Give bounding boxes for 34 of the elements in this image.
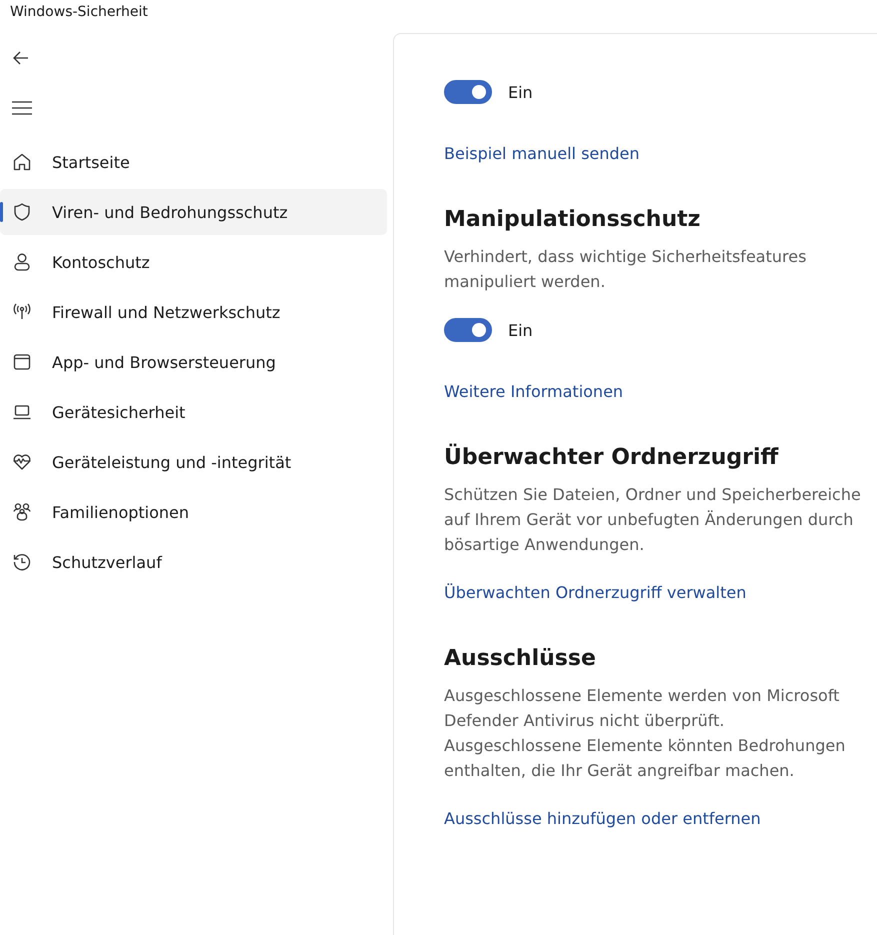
antenna-icon (12, 302, 32, 322)
sidebar-item[interactable]: Gerätesicherheit (0, 389, 387, 435)
history-icon (12, 552, 32, 572)
section-description: Ausgeschlossene Elemente werden von Microsoft Defender Antivirus nicht überprüft. Ausgeschlossene Elemente könnten Bedrohungen enthalten, die Ihr Gerät angreifbar machen. (444, 685, 846, 782)
sidebar-item[interactable]: Schutzverlauf (0, 539, 387, 585)
person-icon (12, 252, 32, 272)
family-icon (12, 502, 32, 522)
sidebar-item[interactable]: App- und Browsersteuerung (0, 339, 387, 385)
section-link[interactable]: Überwachten Ordnerzugriff verwalten (444, 583, 746, 602)
toggle-label: Ein (508, 320, 533, 340)
window-title: Windows-Sicherheit (10, 4, 148, 20)
section-title: Manipulationsschutz (444, 207, 700, 232)
home-icon (12, 152, 32, 172)
shield-icon (12, 202, 32, 222)
sidebar-item[interactable]: Startseite (0, 139, 387, 185)
toggle-switch[interactable] (444, 318, 492, 342)
sidebar-item[interactable]: Kontoschutz (0, 239, 387, 285)
heart-icon (12, 452, 32, 472)
sidebar-item[interactable]: Firewall und Netzwerkschutz (0, 289, 387, 335)
menu-icon (12, 100, 32, 116)
toggle-label: Ein (508, 82, 533, 102)
section-link[interactable]: Beispiel manuell senden (444, 144, 640, 163)
sidebar-item[interactable]: Geräteleistung und -integrität (0, 439, 387, 485)
section-link[interactable]: Weitere Informationen (444, 382, 624, 401)
section-link[interactable]: Ausschlüsse hinzufügen oder entfernen (444, 809, 761, 828)
section-description: Verhindert, dass wichtige Sicherheitsfeatures manipuliert werden. (444, 246, 808, 293)
back-arrow-icon (12, 49, 30, 67)
section-title: Ausschlüsse (444, 646, 596, 671)
toggle-switch[interactable] (444, 80, 492, 104)
window-icon (12, 352, 32, 372)
section-description: Schützen Sie Dateien, Ordner und Speicherbereiche auf Ihrem Gerät vor unbefugten Änderungen durch bösartige Anwendungen. (444, 484, 862, 556)
sidebar-item[interactable]: Viren- und Bedrohungsschutz (0, 189, 387, 235)
section-title: Überwachter Ordnerzugriff (444, 445, 778, 470)
sidebar-item[interactable]: Familienoptionen (0, 489, 387, 535)
